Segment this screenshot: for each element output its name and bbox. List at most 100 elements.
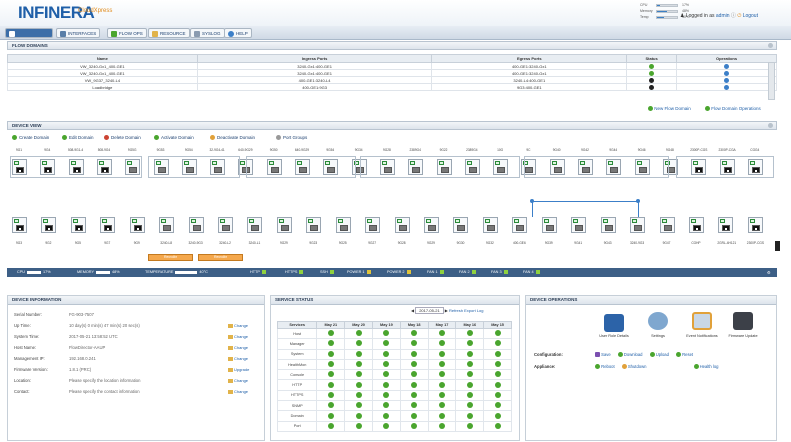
port[interactable] (571, 217, 587, 233)
change-button[interactable]: Change (228, 378, 248, 383)
receiver-badge[interactable]: Recvdbr (148, 254, 193, 261)
tab-syslog[interactable]: SYSLOG (190, 28, 225, 38)
port[interactable] (541, 217, 557, 233)
help-icon[interactable]: ⓘ (731, 13, 736, 19)
edit-icon (62, 135, 67, 141)
logout-link[interactable]: Logout (743, 13, 758, 19)
port[interactable] (453, 217, 469, 233)
port[interactable] (276, 217, 292, 233)
port[interactable] (188, 217, 204, 233)
save-button[interactable]: Save (595, 352, 611, 358)
flow-domain-operations-button[interactable]: Flow Domain Operations (705, 106, 761, 112)
port-groups-button[interactable]: Port Groups (276, 135, 307, 141)
table-scrollbar[interactable] (768, 62, 775, 100)
prev-icon[interactable]: ◀ (411, 308, 414, 313)
change-button[interactable]: Change (228, 334, 248, 339)
date-selector[interactable]: ◀ 2017-05-21 ▶ Refresh Export Log (411, 307, 484, 314)
port[interactable] (12, 217, 27, 233)
tab-help[interactable]: HELP (224, 28, 252, 38)
col-egress[interactable]: Egress Ports (431, 54, 628, 63)
reset-button[interactable]: Reset (676, 352, 693, 358)
change-button[interactable]: Upgrade (228, 367, 249, 372)
port[interactable] (630, 217, 646, 233)
settings-icon[interactable]: ⚙ (767, 270, 770, 275)
operations-icon[interactable] (724, 84, 730, 90)
table-row[interactable]: VW_3240-Gx1_400-GE1 3240-Gx1:400-GE1 400… (7, 69, 777, 77)
port[interactable] (247, 217, 263, 233)
port[interactable] (70, 217, 86, 233)
health-log-button[interactable]: Health log (693, 364, 719, 370)
change-button[interactable]: Change (228, 356, 248, 361)
firmware-update-icon[interactable] (733, 312, 753, 330)
receiver-badge[interactable]: Recvdbr (198, 254, 243, 261)
diagram-scroll-arrow[interactable] (775, 241, 780, 251)
tab-flow-ops[interactable]: FLOW OPS (107, 28, 147, 38)
operations-icon[interactable] (724, 70, 730, 76)
port[interactable] (365, 217, 381, 233)
table-row[interactable]: Loadbridge 400-GE1:9G3 9G3:400-GE1 (7, 83, 777, 91)
upload-button[interactable]: Upload (649, 352, 669, 358)
user-role-label[interactable]: User Role Details (594, 334, 634, 338)
delete-domain-button[interactable]: Delete Domain (104, 135, 141, 141)
port[interactable] (129, 217, 145, 233)
port[interactable] (659, 217, 675, 233)
port[interactable] (424, 217, 440, 233)
port[interactable] (688, 217, 704, 233)
port[interactable] (394, 217, 410, 233)
port[interactable] (718, 217, 734, 233)
table-row[interactable]: VW_3240-Gx1_400-GE1 3240-Gx1:400-GE1 400… (7, 62, 777, 70)
port[interactable] (747, 217, 763, 233)
export-log-link[interactable]: Export Log (464, 308, 483, 313)
settings-label[interactable]: Settings (638, 334, 678, 338)
collapse-icon[interactable] (768, 123, 773, 128)
port[interactable] (41, 217, 57, 233)
operations-icon[interactable] (724, 77, 730, 83)
port-label: 9G2 (45, 241, 52, 245)
logout-icon[interactable]: ⏻ (737, 13, 741, 19)
port[interactable] (600, 217, 616, 233)
fan1-status: FAN 1 (427, 270, 444, 274)
table-row[interactable]: VW_9G37_3240-L4 400-GE1:3240-L4 3240-L4:… (7, 76, 777, 84)
username-link[interactable]: admin (716, 13, 730, 19)
col-status[interactable]: Status (626, 54, 678, 63)
create-icon (12, 135, 17, 141)
settings-globe-icon[interactable] (648, 312, 668, 330)
event-notification-label[interactable]: Event Notifications (682, 334, 722, 338)
change-button[interactable]: Change (228, 389, 248, 394)
edit-domain-button[interactable]: Edit Domain (62, 135, 94, 141)
col-name[interactable]: Name (7, 54, 198, 63)
firmware-update-label[interactable]: Firmware Update (723, 334, 763, 338)
date-input[interactable]: 2017-05-21 (415, 307, 444, 314)
change-button[interactable]: Change (228, 323, 248, 328)
device-information-panel: DEVICE INFORMATION Serial Number: FG-903-… (7, 295, 265, 441)
check-icon (327, 402, 334, 409)
event-notification-icon[interactable] (692, 312, 712, 330)
port[interactable] (159, 217, 175, 233)
collapse-icon[interactable] (768, 43, 773, 48)
download-button[interactable]: Download (617, 352, 643, 358)
port[interactable] (512, 217, 528, 233)
port[interactable] (482, 217, 498, 233)
port[interactable] (218, 217, 234, 233)
tab-resource[interactable]: RESOURCE (148, 28, 190, 38)
reboot-button[interactable]: Reboot (595, 364, 615, 370)
tab-dashboard[interactable] (5, 28, 53, 38)
deactivate-domain-button[interactable]: Deactivate Domain (210, 135, 255, 141)
operations-icon[interactable] (724, 63, 730, 69)
flow-domains-table: Name Ingress Ports Egress Ports Status O… (7, 54, 777, 91)
create-domain-button[interactable]: Create Domain (12, 135, 49, 141)
port[interactable] (100, 217, 116, 233)
col-ingress[interactable]: Ingress Ports (196, 54, 433, 63)
port-label: 9G4 (44, 148, 51, 152)
check-icon (466, 422, 473, 429)
shutdown-button[interactable]: Shutdown (621, 364, 646, 370)
new-flow-domain-button[interactable]: New Flow Domain (648, 106, 691, 112)
activate-domain-button[interactable]: Activate Domain (154, 135, 194, 141)
refresh-link[interactable]: Refresh (449, 308, 463, 313)
port[interactable] (335, 217, 351, 233)
next-icon[interactable]: ▶ (445, 308, 448, 313)
port[interactable] (306, 217, 322, 233)
change-button[interactable]: Change (228, 345, 248, 350)
user-role-icon[interactable] (604, 314, 624, 332)
tab-interfaces[interactable]: INTERFACES (56, 28, 101, 38)
